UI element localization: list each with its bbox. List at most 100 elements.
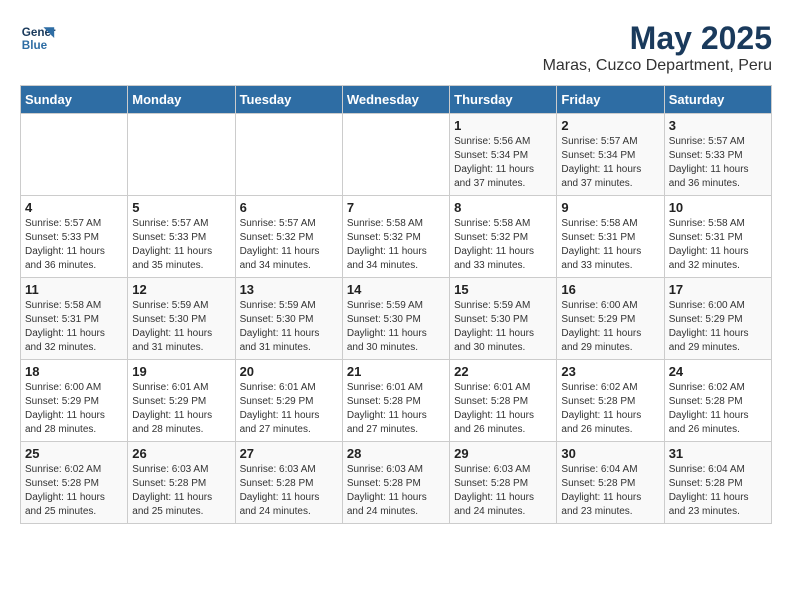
logo-icon: General Blue bbox=[20, 20, 56, 56]
day-number: 11 bbox=[25, 282, 123, 297]
day-number: 20 bbox=[240, 364, 338, 379]
day-detail: Sunrise: 5:57 AM Sunset: 5:32 PM Dayligh… bbox=[240, 217, 338, 273]
header-sunday: Sunday bbox=[21, 86, 128, 114]
header-tuesday: Tuesday bbox=[235, 86, 342, 114]
day-detail: Sunrise: 6:04 AM Sunset: 5:28 PM Dayligh… bbox=[669, 463, 767, 519]
day-number: 6 bbox=[240, 200, 338, 215]
table-row: 26Sunrise: 6:03 AM Sunset: 5:28 PM Dayli… bbox=[128, 442, 235, 524]
day-number: 29 bbox=[454, 446, 552, 461]
calendar-week-row: 1Sunrise: 5:56 AM Sunset: 5:34 PM Daylig… bbox=[21, 114, 772, 196]
table-row: 31 Sunrise: 6:04 AM Sunset: 5:28 PM Dayli… bbox=[664, 442, 771, 524]
table-row bbox=[235, 114, 342, 196]
table-row: 29 Sunrise: 6:03 AM Sunset: 5:28 PM Dayli… bbox=[450, 442, 557, 524]
day-detail: Sunrise: 5:57 AM Sunset: 5:33 PM Dayligh… bbox=[25, 217, 123, 273]
table-row bbox=[342, 114, 449, 196]
header-saturday: Saturday bbox=[664, 86, 771, 114]
table-row: 3Sunrise: 5:57 AM Sunset: 5:33 PM Daylig… bbox=[664, 114, 771, 196]
calendar-week-row: 25Sunrise: 6:02 AM Sunset: 5:28 PM Dayli… bbox=[21, 442, 772, 524]
table-row: 2 Sunrise: 5:57 AM Sunset: 5:34 PM Daylig… bbox=[557, 114, 664, 196]
table-row: 16Sunrise: 6:00 AM Sunset: 5:29 PM Dayli… bbox=[557, 278, 664, 360]
table-row: 25Sunrise: 6:02 AM Sunset: 5:28 PM Dayli… bbox=[21, 442, 128, 524]
day-detail: Sunrise: 5:59 AM Sunset: 5:30 PM Dayligh… bbox=[132, 299, 230, 355]
day-detail: Sunrise: 5:58 AM Sunset: 5:32 PM Dayligh… bbox=[347, 217, 445, 273]
day-number: 18 bbox=[25, 364, 123, 379]
day-number: 14 bbox=[347, 282, 445, 297]
day-number: 30 bbox=[561, 446, 659, 461]
day-number: 17 bbox=[669, 282, 767, 297]
day-detail: Sunrise: 6:03 AM Sunset: 5:28 PM Dayligh… bbox=[454, 463, 552, 519]
table-row: 21 Sunrise: 6:01 AM Sunset: 5:28 PM Dayli… bbox=[342, 360, 449, 442]
table-row: 14 Sunrise: 5:59 AM Sunset: 5:30 PM Dayli… bbox=[342, 278, 449, 360]
table-row: 12 Sunrise: 5:59 AM Sunset: 5:30 PM Dayli… bbox=[128, 278, 235, 360]
day-detail: Sunrise: 6:01 AM Sunset: 5:29 PM Dayligh… bbox=[240, 381, 338, 437]
day-detail: Sunrise: 6:01 AM Sunset: 5:28 PM Dayligh… bbox=[347, 381, 445, 437]
table-row: 23 Sunrise: 6:02 AM Sunset: 5:28 PM Dayli… bbox=[557, 360, 664, 442]
calendar-week-row: 18 Sunrise: 6:00 AM Sunset: 5:29 PM Dayli… bbox=[21, 360, 772, 442]
table-row: 7 Sunrise: 5:58 AM Sunset: 5:32 PM Daylig… bbox=[342, 196, 449, 278]
table-row: 10Sunrise: 5:58 AM Sunset: 5:31 PM Dayli… bbox=[664, 196, 771, 278]
table-row: 24 Sunrise: 6:02 AM Sunset: 5:28 PM Dayli… bbox=[664, 360, 771, 442]
calendar-subtitle: Maras, Cuzco Department, Peru bbox=[543, 57, 772, 75]
table-row bbox=[21, 114, 128, 196]
logo: General Blue bbox=[20, 20, 56, 56]
table-row: 28 Sunrise: 6:03 AM Sunset: 5:28 PM Dayli… bbox=[342, 442, 449, 524]
day-detail: Sunrise: 6:03 AM Sunset: 5:28 PM Dayligh… bbox=[240, 463, 338, 519]
calendar-title: May 2025 bbox=[543, 20, 772, 57]
day-number: 31 bbox=[669, 446, 767, 461]
table-row: 22 Sunrise: 6:01 AM Sunset: 5:28 PM Dayli… bbox=[450, 360, 557, 442]
day-number: 5 bbox=[132, 200, 230, 215]
table-row: 9Sunrise: 5:58 AM Sunset: 5:31 PM Daylig… bbox=[557, 196, 664, 278]
header-monday: Monday bbox=[128, 86, 235, 114]
calendar-week-row: 4 Sunrise: 5:57 AM Sunset: 5:33 PM Daylig… bbox=[21, 196, 772, 278]
table-row: 19 Sunrise: 6:01 AM Sunset: 5:29 PM Dayli… bbox=[128, 360, 235, 442]
day-number: 24 bbox=[669, 364, 767, 379]
day-number: 19 bbox=[132, 364, 230, 379]
table-row: 1Sunrise: 5:56 AM Sunset: 5:34 PM Daylig… bbox=[450, 114, 557, 196]
header-wednesday: Wednesday bbox=[342, 86, 449, 114]
day-number: 22 bbox=[454, 364, 552, 379]
title-area: May 2025 Maras, Cuzco Department, Peru bbox=[543, 20, 772, 75]
day-detail: Sunrise: 5:58 AM Sunset: 5:32 PM Dayligh… bbox=[454, 217, 552, 273]
table-row: 11 Sunrise: 5:58 AM Sunset: 5:31 PM Dayli… bbox=[21, 278, 128, 360]
day-detail: Sunrise: 5:59 AM Sunset: 5:30 PM Dayligh… bbox=[454, 299, 552, 355]
day-number: 8 bbox=[454, 200, 552, 215]
page-header: General Blue May 2025 Maras, Cuzco Depar… bbox=[20, 20, 772, 75]
table-row: 15 Sunrise: 5:59 AM Sunset: 5:30 PM Dayli… bbox=[450, 278, 557, 360]
day-number: 7 bbox=[347, 200, 445, 215]
day-number: 28 bbox=[347, 446, 445, 461]
day-detail: Sunrise: 5:59 AM Sunset: 5:30 PM Dayligh… bbox=[347, 299, 445, 355]
table-row: 27Sunrise: 6:03 AM Sunset: 5:28 PM Dayli… bbox=[235, 442, 342, 524]
calendar-header-row: Sunday Monday Tuesday Wednesday Thursday… bbox=[21, 86, 772, 114]
day-number: 23 bbox=[561, 364, 659, 379]
calendar-week-row: 11 Sunrise: 5:58 AM Sunset: 5:31 PM Dayli… bbox=[21, 278, 772, 360]
svg-text:Blue: Blue bbox=[22, 39, 48, 52]
table-row: 4 Sunrise: 5:57 AM Sunset: 5:33 PM Daylig… bbox=[21, 196, 128, 278]
day-detail: Sunrise: 6:00 AM Sunset: 5:29 PM Dayligh… bbox=[25, 381, 123, 437]
day-detail: Sunrise: 6:00 AM Sunset: 5:29 PM Dayligh… bbox=[669, 299, 767, 355]
day-number: 9 bbox=[561, 200, 659, 215]
day-number: 21 bbox=[347, 364, 445, 379]
day-detail: Sunrise: 5:58 AM Sunset: 5:31 PM Dayligh… bbox=[25, 299, 123, 355]
day-number: 2 bbox=[561, 118, 659, 133]
day-number: 10 bbox=[669, 200, 767, 215]
day-number: 12 bbox=[132, 282, 230, 297]
day-detail: Sunrise: 5:57 AM Sunset: 5:33 PM Dayligh… bbox=[132, 217, 230, 273]
day-detail: Sunrise: 6:01 AM Sunset: 5:29 PM Dayligh… bbox=[132, 381, 230, 437]
day-number: 4 bbox=[25, 200, 123, 215]
day-detail: Sunrise: 6:01 AM Sunset: 5:28 PM Dayligh… bbox=[454, 381, 552, 437]
table-row: 30 Sunrise: 6:04 AM Sunset: 5:28 PM Dayli… bbox=[557, 442, 664, 524]
day-detail: Sunrise: 6:04 AM Sunset: 5:28 PM Dayligh… bbox=[561, 463, 659, 519]
table-row: 5 Sunrise: 5:57 AM Sunset: 5:33 PM Daylig… bbox=[128, 196, 235, 278]
header-thursday: Thursday bbox=[450, 86, 557, 114]
day-detail: Sunrise: 5:57 AM Sunset: 5:34 PM Dayligh… bbox=[561, 135, 659, 191]
day-detail: Sunrise: 5:59 AM Sunset: 5:30 PM Dayligh… bbox=[240, 299, 338, 355]
day-number: 26 bbox=[132, 446, 230, 461]
day-detail: Sunrise: 6:02 AM Sunset: 5:28 PM Dayligh… bbox=[561, 381, 659, 437]
day-number: 15 bbox=[454, 282, 552, 297]
day-detail: Sunrise: 6:03 AM Sunset: 5:28 PM Dayligh… bbox=[347, 463, 445, 519]
table-row bbox=[128, 114, 235, 196]
day-detail: Sunrise: 6:02 AM Sunset: 5:28 PM Dayligh… bbox=[669, 381, 767, 437]
table-row: 8 Sunrise: 5:58 AM Sunset: 5:32 PM Daylig… bbox=[450, 196, 557, 278]
table-row: 17 Sunrise: 6:00 AM Sunset: 5:29 PM Dayli… bbox=[664, 278, 771, 360]
table-row: 6 Sunrise: 5:57 AM Sunset: 5:32 PM Daylig… bbox=[235, 196, 342, 278]
